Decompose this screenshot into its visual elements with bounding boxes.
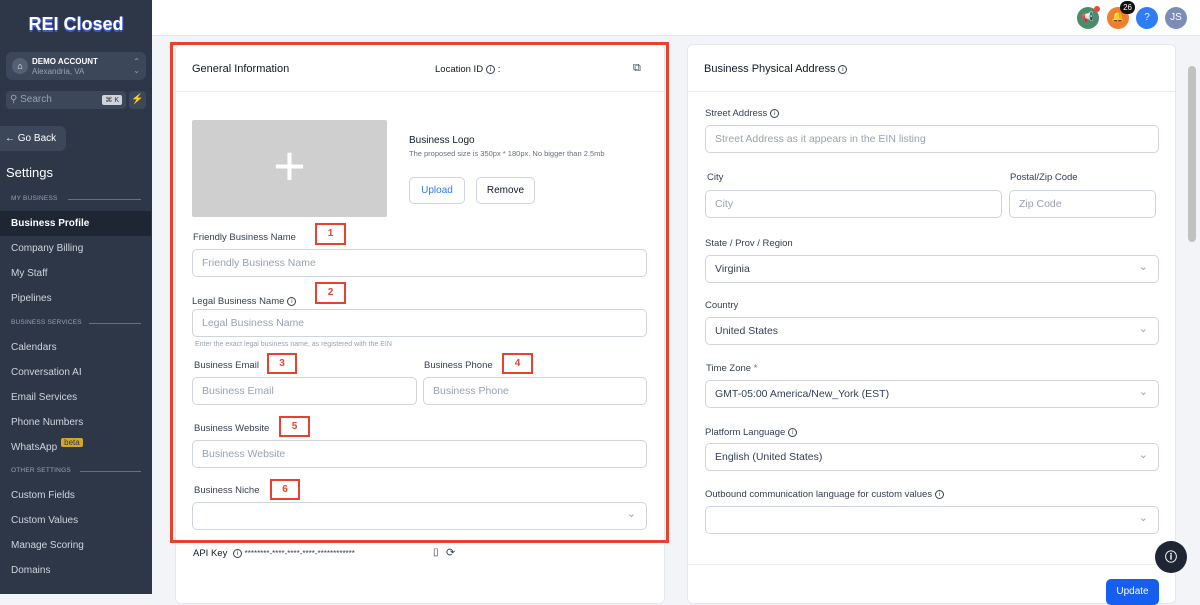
top-bar: 📢 🔔 26 ? JS — [152, 0, 1200, 36]
sidebar-item-my-staff[interactable]: My Staff — [11, 268, 48, 279]
sidebar-item-domains[interactable]: Domains — [11, 565, 50, 576]
street-input[interactable]: Street Address as it appears in the EIN … — [705, 125, 1159, 153]
outbound-language-label: Outbound communication language for cust… — [705, 489, 945, 500]
divider — [688, 564, 1175, 565]
chevron-updown-icon: ⌃ ⌄ — [133, 57, 140, 75]
refresh-icon[interactable]: ⟳ — [446, 546, 455, 559]
platform-language-label: Platform Language i — [705, 427, 798, 438]
state-select[interactable]: Virginia — [705, 255, 1159, 283]
location-icon: ⌂ — [12, 58, 28, 74]
account-name: DEMO ACCOUNT — [32, 57, 98, 66]
account-switcher[interactable]: ⌂ DEMO ACCOUNT Alexandria, VA ⌃ ⌄ — [6, 52, 146, 80]
shortcut-badge: ⌘ K — [102, 95, 122, 105]
annotation-2: 2 — [315, 282, 346, 304]
help-button[interactable]: ? — [1136, 7, 1158, 29]
outbound-language-select[interactable] — [705, 506, 1159, 534]
section-my-business: MY BUSINESS — [11, 195, 58, 202]
sidebar-item-email-services[interactable]: Email Services — [11, 392, 77, 403]
feedback-chat-icon[interactable]: ⓘ — [1155, 541, 1187, 573]
info-icon: i — [788, 427, 798, 437]
clipboard-icon[interactable]: ▯ — [433, 547, 439, 558]
sidebar: REI Closed ⌂ DEMO ACCOUNT Alexandria, VA… — [0, 0, 152, 594]
timezone-label: Time Zone * — [706, 363, 758, 374]
info-icon: i — [232, 548, 242, 558]
quick-action-bolt-icon[interactable]: ⚡ — [129, 91, 146, 109]
search-input[interactable]: ⚲ Search ⌘ K — [6, 91, 126, 109]
api-key: API Key i ********-****-****-****-******… — [193, 548, 355, 559]
sidebar-item-conversation-ai[interactable]: Conversation AI — [11, 367, 82, 378]
sidebar-item-company-billing[interactable]: Company Billing — [11, 243, 83, 254]
notification-count: 26 — [1120, 1, 1135, 14]
platform-language-select[interactable]: English (United States) — [705, 443, 1159, 471]
divider — [80, 471, 141, 472]
sidebar-item-business-profile[interactable]: Business Profile — [0, 211, 151, 236]
settings-title: Settings — [6, 165, 53, 180]
unread-dot — [1094, 6, 1100, 12]
sidebar-item-calendars[interactable]: Calendars — [11, 342, 57, 353]
sidebar-item-pipelines[interactable]: Pipelines — [11, 293, 52, 304]
timezone-select[interactable]: GMT-05:00 America/New_York (EST) — [705, 380, 1159, 408]
sidebar-item-phone-numbers[interactable]: Phone Numbers — [11, 417, 83, 428]
country-select[interactable]: United States — [705, 317, 1159, 345]
avatar[interactable]: JS — [1165, 7, 1187, 29]
section-other-settings: OTHER SETTINGS — [11, 467, 71, 474]
city-input[interactable]: City — [705, 190, 1002, 218]
country-label: Country — [705, 300, 739, 311]
info-icon: i — [838, 64, 848, 74]
card-title: Business Physical Address i — [704, 63, 848, 75]
bell-icon[interactable]: 🔔 26 — [1107, 1, 1135, 29]
divider — [89, 323, 141, 324]
annotation-6: 6 — [270, 479, 300, 500]
divider — [688, 91, 1175, 92]
state-label: State / Prov / Region — [705, 238, 793, 249]
account-location: Alexandria, VA — [32, 67, 85, 76]
megaphone-icon[interactable]: 📢 — [1077, 6, 1100, 29]
brand-logo: REI Closed — [28, 14, 124, 34]
go-back-button[interactable]: ← Go Back — [0, 126, 66, 151]
zip-input[interactable]: Zip Code — [1009, 190, 1156, 218]
zip-label: Postal/Zip Code — [1010, 172, 1078, 183]
divider — [68, 199, 141, 200]
search-icon: ⚲ — [10, 94, 21, 105]
info-icon: i — [935, 489, 945, 499]
sidebar-item-manage-scoring[interactable]: Manage Scoring — [11, 540, 84, 551]
annotation-1: 1 — [315, 223, 346, 245]
sidebar-item-custom-fields[interactable]: Custom Fields — [11, 490, 75, 501]
annotation-highlight-box — [170, 42, 669, 543]
sidebar-item-custom-values[interactable]: Custom Values — [11, 515, 78, 526]
scrollbar[interactable] — [1188, 66, 1196, 242]
street-label: Street Address i — [705, 108, 780, 119]
update-button[interactable]: Update — [1106, 579, 1159, 605]
beta-badge: beta — [61, 438, 83, 447]
annotation-5: 5 — [279, 416, 310, 437]
sidebar-item-whatsapp[interactable]: WhatsApp beta — [11, 438, 83, 453]
info-icon: i — [770, 108, 780, 118]
annotation-3: 3 — [267, 353, 297, 374]
section-business-services: BUSINESS SERVICES — [11, 319, 82, 326]
city-label: City — [707, 172, 724, 183]
annotation-4: 4 — [502, 353, 533, 374]
